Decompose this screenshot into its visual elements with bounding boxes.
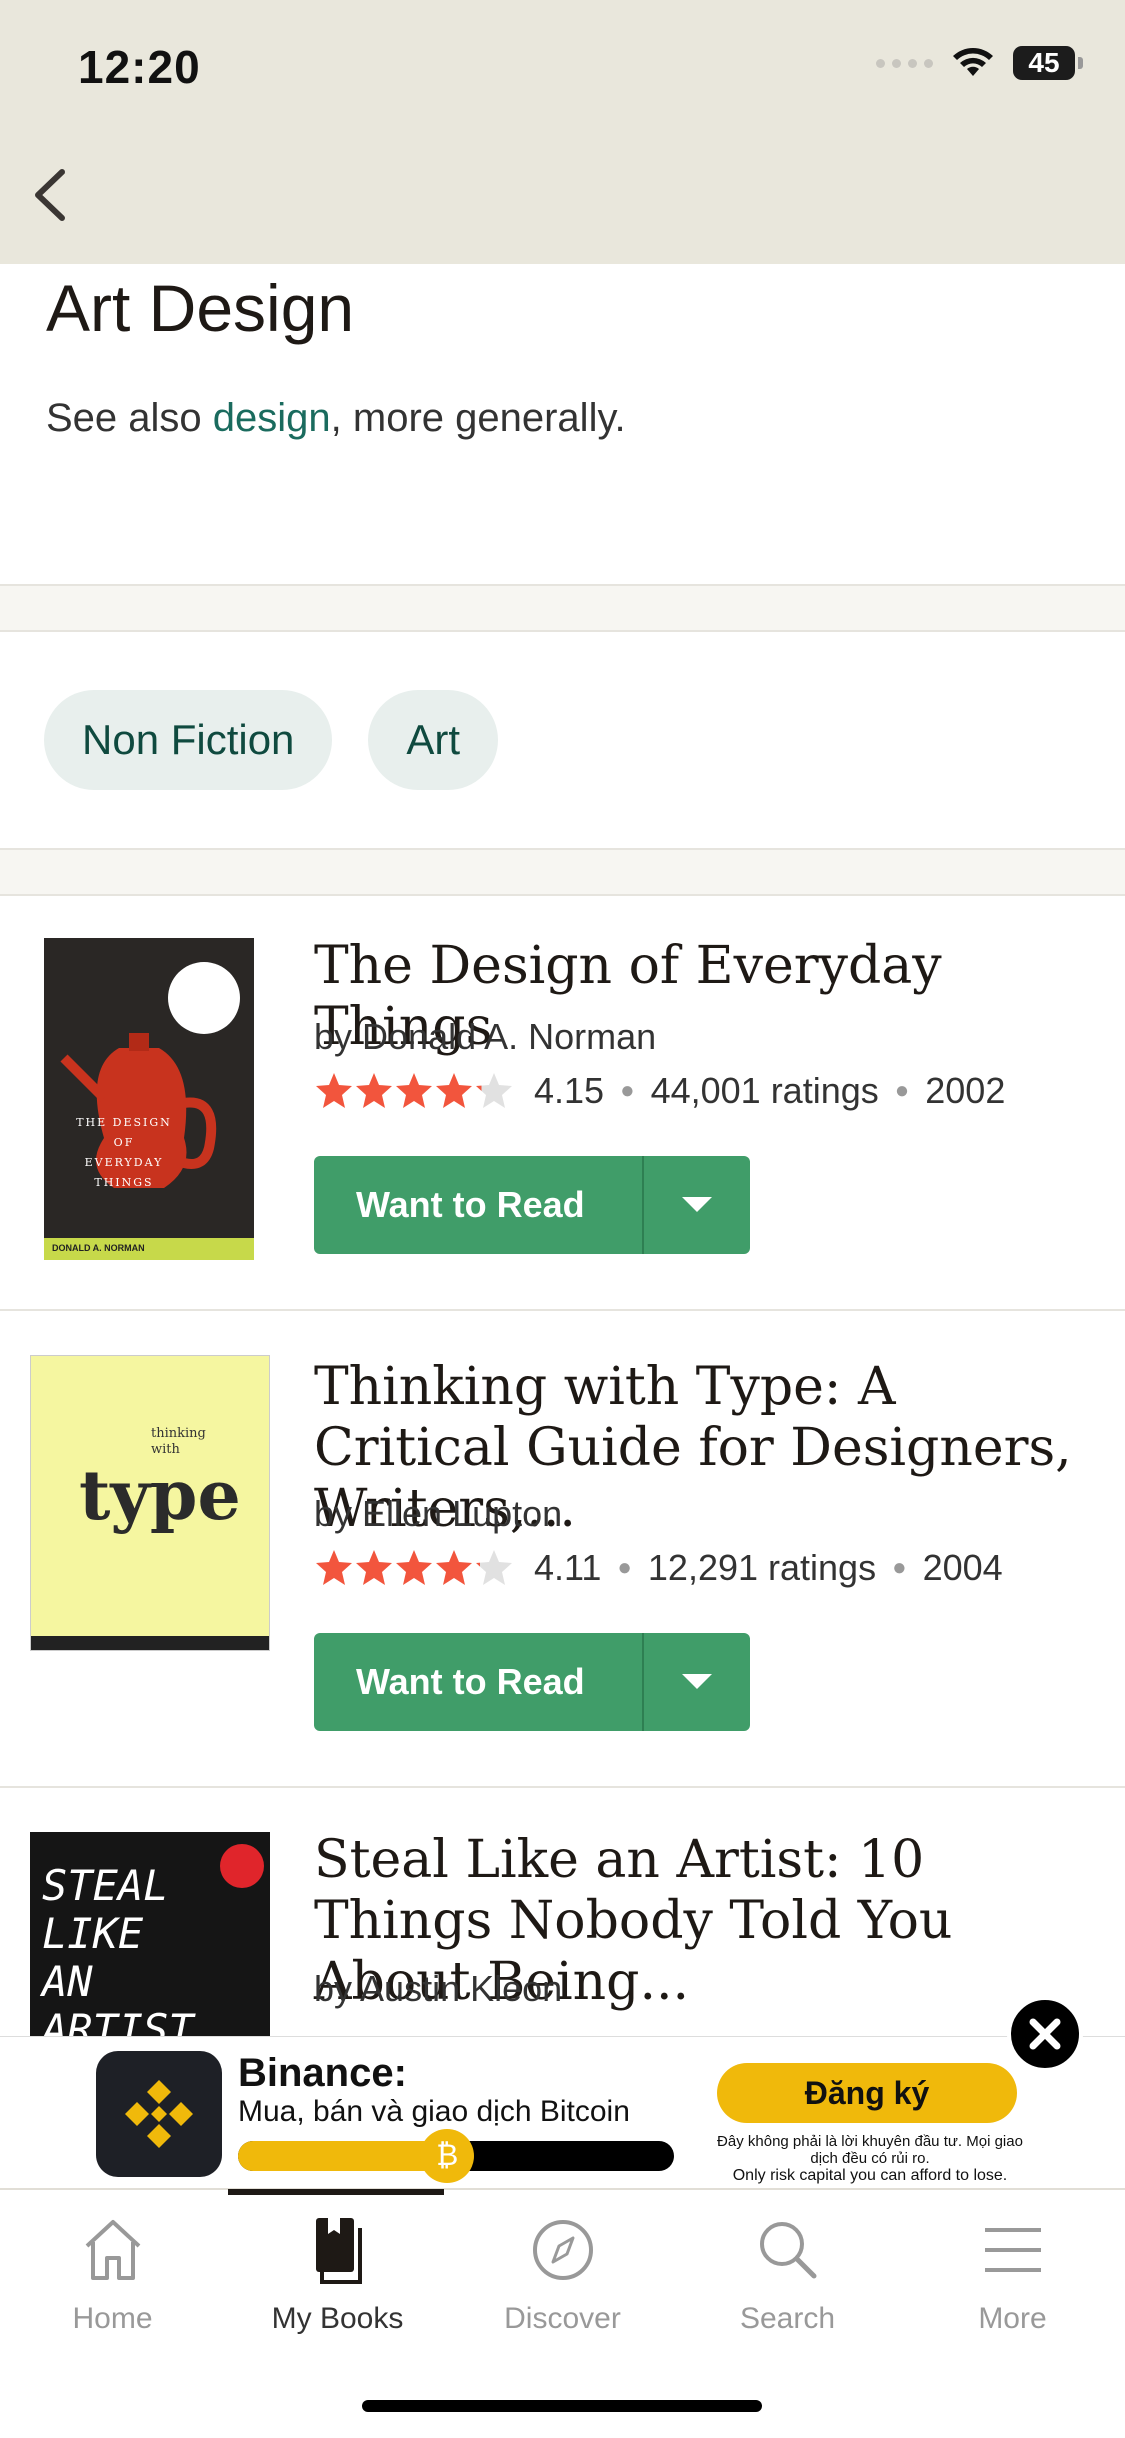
star-icon [436, 1550, 472, 1585]
book-author[interactable]: by Donald A. Norman [314, 1016, 656, 1058]
wifi-icon [953, 48, 993, 76]
star-icon [396, 1550, 432, 1585]
book-author[interactable]: by Ellen Lupton [314, 1493, 562, 1535]
page-subtitle: See also design, more generally. [46, 396, 626, 441]
signal-icon [876, 58, 933, 68]
book-cover[interactable]: STEAL LIKE AN ARTIST [30, 1832, 270, 2038]
battery-icon: 45 [1013, 46, 1083, 80]
battery-level: 45 [1028, 47, 1060, 78]
average-rating: 4.15 [534, 1070, 605, 1111]
tab-my-books[interactable]: My Books [225, 2210, 450, 2336]
want-to-read-label[interactable]: Want to Read [314, 1633, 644, 1731]
ratings-count: 12,291 ratings [647, 1547, 877, 1588]
star-icon [316, 1073, 352, 1108]
compass-icon [532, 2220, 593, 2280]
section-divider [0, 848, 1125, 896]
cover-author: DONALD A. NORMAN [52, 1243, 145, 1253]
home-icon [85, 2220, 140, 2280]
want-to-read-button[interactable]: Want to Read [314, 1633, 750, 1731]
book-item[interactable]: STEAL LIKE AN ARTIST Steal Like an Artis… [0, 1788, 1125, 2038]
rating-row: 4.15 ● 44,001 ratings ● 2002 [314, 1070, 1005, 1112]
ad-banner[interactable]: Binance: Mua, bán và giao dịch Bitcoin ₿… [0, 2036, 1125, 2189]
star-icon [316, 1550, 352, 1585]
shelf-dropdown-button[interactable] [644, 1633, 750, 1731]
star-rating [314, 1071, 514, 1111]
tag-art[interactable]: Art [368, 690, 499, 790]
tab-search[interactable]: Search [675, 2210, 900, 2336]
back-chevron-icon[interactable] [20, 160, 90, 230]
book-author[interactable]: by Austin Kleon [314, 1968, 562, 2010]
star-icon [476, 1550, 512, 1585]
menu-icon [984, 2228, 1041, 2272]
subtitle-suffix: , more generally. [330, 396, 626, 440]
ad-signup-button[interactable]: Đăng ký [717, 2063, 1017, 2123]
tab-label: Discover [504, 2302, 621, 2335]
tab-discover[interactable]: Discover [450, 2210, 675, 2336]
genre-tags: Non Fiction Art [44, 690, 499, 790]
shelf-dropdown-button[interactable] [644, 1156, 750, 1254]
star-icon [476, 1073, 512, 1108]
ad-progress-bar: ₿ [238, 2129, 674, 2183]
search-icon [759, 2222, 816, 2279]
teapot-illustration [44, 962, 254, 1260]
want-to-read-label[interactable]: Want to Read [314, 1156, 644, 1254]
close-icon [1029, 2018, 1061, 2050]
bitcoin-icon: ₿ [420, 2129, 475, 2183]
book-cover[interactable]: thinking with type [30, 1355, 270, 1651]
top-bar: 12:20 45 [0, 0, 1125, 264]
status-time: 12:20 [78, 41, 201, 93]
book-cover[interactable]: THE DESIGN OF EVERYDAY THINGS DONALD A. … [44, 938, 254, 1260]
star-icon [356, 1550, 392, 1585]
tab-label: Search [739, 2302, 836, 2335]
row-divider [0, 1309, 1125, 1311]
status-icons: 45 [876, 46, 1083, 80]
cover-title: STEAL LIKE AN ARTIST [42, 1861, 194, 2039]
design-link[interactable]: design [213, 396, 331, 440]
star-icon [396, 1073, 432, 1108]
star-icon [356, 1073, 392, 1108]
active-tab-indicator [228, 2189, 444, 2195]
publication-year: 2002 [925, 1070, 1006, 1111]
page-title: Art Design [46, 271, 355, 345]
ad-close-button[interactable] [1007, 1996, 1083, 2072]
ad-subtitle: Mua, bán và giao dịch Bitcoin [238, 2095, 630, 2128]
want-to-read-button[interactable]: Want to Read [314, 1156, 750, 1254]
binance-logo-icon [96, 2051, 222, 2177]
tab-label: Home [72, 2302, 153, 2335]
tag-non-fiction[interactable]: Non Fiction [44, 690, 333, 790]
caret-down-icon [682, 1674, 712, 1689]
star-icon [436, 1073, 472, 1108]
tab-label: More [978, 2302, 1047, 2335]
caret-down-icon [682, 1197, 712, 1212]
tab-label: My Books [271, 2302, 404, 2335]
rating-row: 4.11 ● 12,291 ratings ● 2004 [314, 1547, 1003, 1589]
ad-title: Binance: [238, 2051, 407, 2095]
subtitle-prefix: See also [46, 396, 213, 440]
tab-more[interactable]: More [900, 2210, 1125, 2336]
cover-small-text: thinking with [151, 1426, 206, 1457]
cover-big-text: type [79, 1456, 241, 1536]
publication-year: 2004 [922, 1547, 1003, 1588]
star-rating [314, 1548, 514, 1588]
tab-home[interactable]: Home [0, 2210, 225, 2336]
ad-disclaimer: Đây không phải là lời khuyên đầu tư. Mọi… [717, 2133, 1023, 2184]
average-rating: 4.11 [534, 1547, 602, 1588]
ratings-count: 44,001 ratings [650, 1070, 879, 1111]
books-icon [315, 2218, 362, 2284]
section-divider [0, 584, 1125, 632]
cover-title: THE DESIGN OF EVERYDAY THINGS [76, 1116, 172, 1189]
home-indicator[interactable] [362, 2400, 762, 2412]
